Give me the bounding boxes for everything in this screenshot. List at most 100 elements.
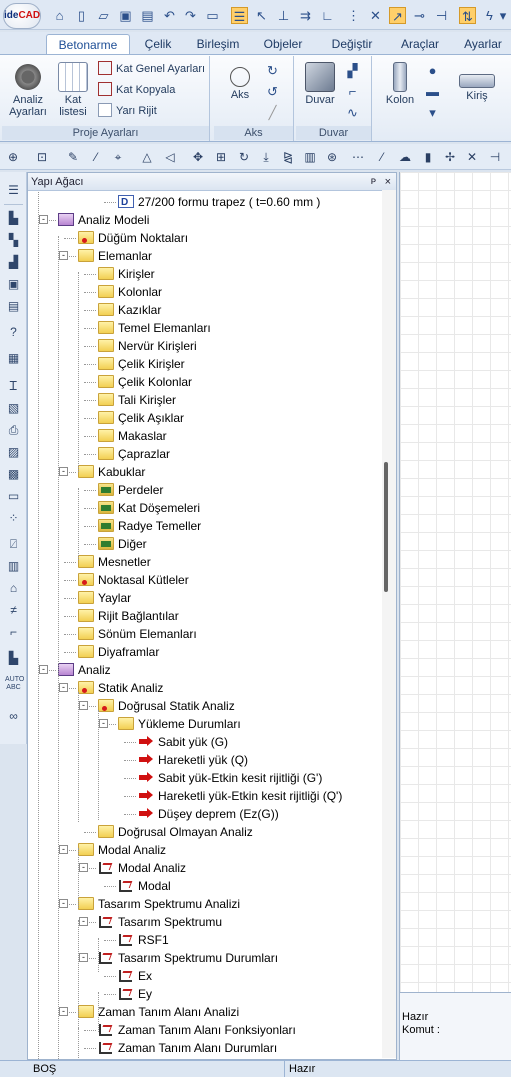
building-icon[interactable]: ▙: [5, 650, 22, 667]
tree-expander[interactable]: -: [59, 899, 68, 908]
frame-icon[interactable]: ▚: [5, 232, 22, 249]
tree-expander[interactable]: -: [39, 665, 48, 674]
bar-chart-icon[interactable]: ▮: [420, 149, 436, 165]
tree-item[interactable]: Tasarım Spektrumu Analizi: [78, 895, 240, 913]
undo-icon[interactable]: ↶: [161, 7, 178, 24]
line-axis-icon[interactable]: ╱: [264, 104, 281, 121]
tab-araclar[interactable]: Araçlar: [394, 34, 446, 54]
tree-item[interactable]: Radye Temeller: [98, 517, 201, 535]
tree-item[interactable]: Kat Döşemeleri: [98, 499, 200, 517]
tree-expander[interactable]: -: [59, 845, 68, 854]
copy-move-icon[interactable]: ⊞: [213, 149, 229, 165]
shelf-icon[interactable]: ▥: [5, 558, 22, 575]
save-all-icon[interactable]: ▤: [139, 7, 156, 24]
tab-objeler[interactable]: Objeler: [257, 34, 309, 54]
drop-icon[interactable]: ⤓: [258, 149, 274, 165]
tree-item[interactable]: Modal: [118, 877, 171, 895]
overflow-icon[interactable]: ▾: [498, 7, 508, 24]
yari-rijit-checkbox[interactable]: Yarı Rijit: [98, 102, 157, 120]
kat-listesi-button[interactable]: Kat listesi: [52, 62, 94, 118]
tree-item[interactable]: Tasarım Spektrumu: [98, 913, 222, 931]
tree-item[interactable]: Düşey deprem (Ez(G)): [138, 805, 279, 823]
tree-expander[interactable]: -: [39, 215, 48, 224]
plan-icon[interactable]: ▣: [5, 276, 22, 293]
tree-item[interactable]: Makaslar: [98, 427, 167, 445]
tree-expander[interactable]: -: [59, 683, 68, 692]
aks-button[interactable]: Aks: [220, 62, 260, 101]
polygon-icon[interactable]: ◁: [162, 149, 178, 165]
stretch-icon[interactable]: ▥: [302, 149, 318, 165]
tree-item[interactable]: Doğrusal Statik Analiz: [98, 697, 235, 715]
tab-betonarme[interactable]: Betonarme: [46, 34, 130, 54]
tree-item[interactable]: Diğer: [98, 535, 147, 553]
tree-item[interactable]: Temel Elemanları: [98, 319, 211, 337]
tool-icon[interactable]: ⌐: [5, 624, 22, 641]
tab-celik[interactable]: Çelik: [137, 34, 179, 54]
line-break-icon[interactable]: ⋯: [350, 149, 366, 165]
snap-perp-icon[interactable]: ⊣: [433, 7, 450, 24]
tree-item[interactable]: 27/200 formu trapez ( t=0.60 mm ): [118, 193, 320, 212]
book-icon[interactable]: ▭: [5, 488, 22, 505]
triangle-icon[interactable]: △: [139, 149, 155, 165]
stairs-icon[interactable]: ▟: [5, 254, 22, 271]
zoom-window-icon[interactable]: ⊡: [34, 149, 50, 165]
tree-item[interactable]: Statik Analiz: [78, 679, 163, 697]
tree-item[interactable]: Rijit Bağlantılar: [78, 607, 179, 625]
tab-ayarlar[interactable]: Ayarlar: [458, 34, 508, 54]
tree-item[interactable]: Doğrusal Olmayan Analiz: [98, 823, 253, 841]
mirror-icon[interactable]: ⧎: [280, 149, 296, 165]
app-logo[interactable]: ideCAD: [3, 3, 41, 29]
query-icon[interactable]: ?: [5, 324, 22, 341]
pin-icon[interactable]: ᴘ: [371, 173, 376, 191]
column-head-icon[interactable]: ▬: [424, 83, 441, 100]
factory-icon[interactable]: ⌂: [5, 580, 22, 597]
drawing-canvas[interactable]: [399, 172, 511, 992]
tree-item[interactable]: Zaman Tanım Alanı Analizi: [78, 1003, 239, 1021]
tree-item[interactable]: Zaman Tanım Alanı Durumları: [98, 1039, 277, 1057]
tree-expander[interactable]: -: [59, 467, 68, 476]
duvar-button[interactable]: Duvar: [300, 62, 340, 106]
circle-column-icon[interactable]: ●: [424, 62, 441, 79]
column-footing-icon[interactable]: ▾: [424, 104, 441, 121]
tree-item[interactable]: Sabit yük (G): [138, 733, 228, 751]
tree-item[interactable]: Zaman Tanım Alanı Fonksiyonları: [98, 1021, 296, 1039]
open-folder-icon[interactable]: ▱: [95, 7, 112, 24]
tree-item[interactable]: Noktasal Kütleler: [78, 571, 189, 589]
tree-item[interactable]: Çelik Kolonlar: [98, 373, 192, 391]
tree-item[interactable]: Modal Analiz: [98, 859, 186, 877]
kat-genel-ayarlari-button[interactable]: Kat Genel Ayarları: [98, 60, 205, 78]
tree-scrollbar[interactable]: [382, 190, 396, 1058]
rotate-axis-icon[interactable]: ↻: [264, 62, 281, 79]
pencil-icon[interactable]: ✎: [65, 149, 81, 165]
report-icon[interactable]: ▦: [5, 350, 22, 367]
tree-item[interactable]: Modal Analiz: [78, 841, 166, 859]
split-icon[interactable]: ✕: [464, 149, 480, 165]
line-join-icon[interactable]: ⁄: [374, 149, 390, 165]
kat-kopyala-button[interactable]: Kat Kopyala: [98, 81, 175, 99]
snap-end-icon[interactable]: ↗: [389, 7, 406, 24]
measure-icon[interactable]: ⌖: [110, 149, 126, 165]
wall-step-icon[interactable]: ⌐: [344, 83, 361, 100]
tree-item[interactable]: Hareketli yük (Q): [138, 751, 248, 769]
tree-item[interactable]: Kazıklar: [98, 301, 161, 319]
binoculars-icon[interactable]: ∞: [5, 708, 22, 725]
move-icon[interactable]: ✥: [190, 149, 206, 165]
wall-opening-icon[interactable]: ▞: [344, 62, 361, 79]
wall-curve-icon[interactable]: ∿: [344, 104, 361, 121]
lightning-icon[interactable]: ϟ: [481, 7, 498, 24]
tree-expander[interactable]: -: [79, 701, 88, 710]
tree-item[interactable]: Çaprazlar: [98, 445, 170, 463]
tree-item[interactable]: Analiz Modeli: [58, 211, 149, 229]
tree-scrollbar-thumb[interactable]: [384, 462, 388, 592]
tree-item[interactable]: Tasarım Spektrumu Durumları: [98, 949, 278, 967]
tree-item[interactable]: Diyaframlar: [78, 643, 159, 661]
copy-sheet-icon[interactable]: ▧: [5, 400, 22, 417]
new-file-icon[interactable]: ▯: [73, 7, 90, 24]
tree-expander[interactable]: -: [79, 863, 88, 872]
section-icon[interactable]: Ꮖ: [5, 378, 22, 395]
tree-item[interactable]: Elemanlar: [78, 247, 152, 265]
tree-item[interactable]: Hareketli yük-Etkin kesit rijitliği (Q'): [138, 787, 342, 805]
tree-item[interactable]: Çelik Kirişler: [98, 355, 185, 373]
tab-degistir[interactable]: Değiştir: [325, 34, 379, 54]
tree-item[interactable]: Sönüm Elemanları: [78, 625, 197, 643]
